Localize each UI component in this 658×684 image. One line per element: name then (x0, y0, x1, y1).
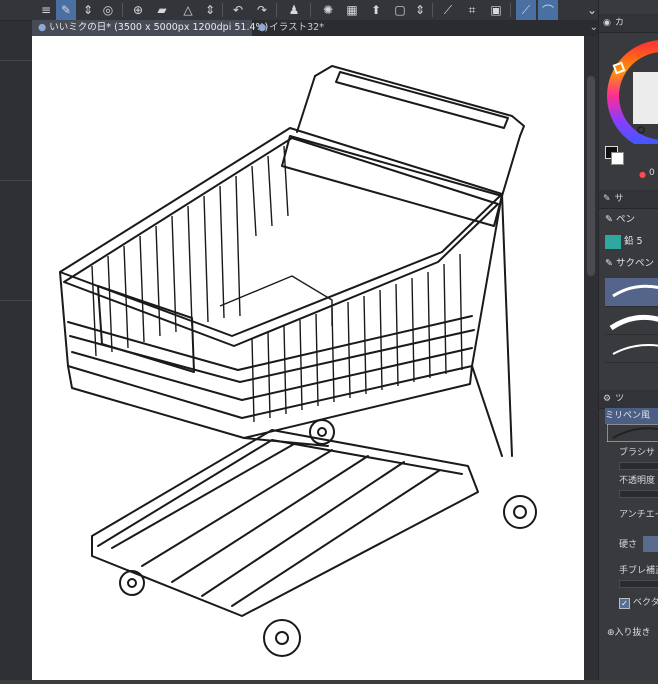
color-value: 0 (649, 168, 655, 178)
cart-handle-left-post (296, 75, 316, 133)
spiral-icon[interactable]: ◎ (98, 0, 118, 20)
basket-inner-rim (63, 137, 499, 347)
tool-name: ミリペン風 (605, 408, 658, 424)
hardness-selector[interactable] (643, 536, 658, 552)
pen-icon: ✎ (605, 258, 616, 269)
ruler-icon[interactable]: ▣ (486, 0, 506, 20)
drawing-canvas[interactable] (32, 36, 584, 680)
brush-preset-selected[interactable] (605, 278, 658, 307)
opacity-slider[interactable] (619, 490, 658, 498)
wheel-front-right (263, 619, 301, 657)
taper-label[interactable]: ⊕入り抜き (607, 626, 657, 640)
wheel-front-left (119, 570, 145, 596)
strip-divider (0, 300, 32, 301)
settings-icon: ⚙ (603, 394, 612, 404)
undo-icon[interactable]: ↶ (228, 0, 248, 20)
cart-handle-grip (335, 71, 509, 129)
line-icon[interactable]: ⟋ (438, 0, 458, 20)
tabs-menu-icon[interactable]: ⌄ (590, 20, 598, 36)
pen-icon: ✎ (605, 214, 616, 225)
add-layer-icon[interactable]: ⊕ (128, 0, 148, 20)
cart-handle-right-post (501, 135, 521, 197)
triangle-icon[interactable]: △ (178, 0, 198, 20)
wheel-hub (127, 578, 137, 588)
brush-icon: ✎ (603, 194, 611, 204)
wheel-hub (275, 631, 289, 645)
redo-icon[interactable]: ↷ (252, 0, 272, 20)
menu-icon[interactable]: ≡ (36, 0, 56, 20)
pencil-icon (605, 234, 621, 249)
border-icon[interactable]: ▢ (390, 0, 410, 20)
updown2-icon[interactable]: ⇕ (200, 0, 220, 20)
vector-checkbox[interactable]: ✓ (619, 598, 630, 609)
canvas-area[interactable] (32, 36, 598, 680)
cart-back-panel (281, 135, 503, 227)
opacity-label: 不透明度 (619, 476, 656, 486)
subtool-sakupen[interactable]: ✎ サクペン (605, 254, 658, 274)
brush-size-slider[interactable] (619, 462, 658, 470)
tab-bullet-icon: ● (258, 22, 267, 33)
vector-label: ベクター (633, 598, 658, 608)
expand-plus-icon: ⊕ (607, 628, 615, 638)
color-wheel[interactable] (607, 34, 658, 144)
stamp-icon[interactable]: ♟ (284, 0, 304, 20)
right-panel: ◉ カ ● 0 ✎ サ ✎ ペン 鉛 5 ✎ サクペン ⚙ ツ ミリペン風 ブラシサ … (598, 0, 658, 680)
updown3-icon[interactable]: ⇕ (410, 0, 430, 20)
document-tabs: ● いいミクの日* (3500 x 5000px 1200dpi 51.4%) ●… (32, 20, 602, 36)
color-panel-header: ◉ カ (599, 14, 658, 33)
pen-active-icon[interactable]: ✎ (56, 0, 76, 20)
color-wheel-icon: ◉ (603, 18, 611, 28)
updown-icon[interactable]: ⇕ (78, 0, 98, 20)
color-indicator-icon: ● (639, 170, 646, 179)
grid-icon[interactable]: ✺ (318, 0, 338, 20)
background-color-swatch[interactable] (611, 152, 624, 165)
frame-rear-leg (501, 193, 513, 457)
wheel-rear-left (309, 419, 335, 445)
subtool-pencil[interactable]: 鉛 5 (605, 232, 658, 252)
wheel-rear-right (503, 495, 537, 529)
tab-document[interactable]: ● イラスト32* (252, 20, 330, 36)
tab-label: イラスト32* (269, 22, 324, 33)
transform-icon[interactable]: ⬆ (366, 0, 386, 20)
tab-document-active[interactable]: ● いいミクの日* (3500 x 5000px 1200dpi 51.4%) (32, 20, 268, 36)
wheel-hub (513, 505, 527, 519)
shopping-cart-drawing (59, 65, 537, 657)
subtool-panel-header: ✎ サ (599, 190, 658, 209)
tab-bullet-icon: ● (38, 22, 47, 33)
brush-preset[interactable] (605, 306, 658, 335)
tool-stroke-preview (607, 424, 658, 442)
brush-preset[interactable] (605, 334, 658, 363)
stabilization-label: 手ブレ補正 (619, 566, 658, 576)
strip-divider (0, 180, 32, 181)
wheel-hub (317, 427, 327, 437)
frame-rear-leg (471, 365, 503, 457)
strip-divider (0, 60, 32, 61)
tab-label: いいミクの日* (3500 x 5000px 1200dpi 51.4%) (49, 22, 269, 33)
curve-snap-icon[interactable]: ⌒ (538, 0, 558, 20)
folder-icon[interactable]: ▰ (152, 0, 172, 20)
left-tool-strip (0, 0, 33, 680)
basket-front-panel (97, 285, 195, 373)
crop-icon[interactable]: ⌗ (462, 0, 482, 20)
ruler-snap-icon[interactable]: ⟋ (516, 0, 536, 20)
tool-property-header: ⚙ ツ (599, 390, 658, 409)
fill-icon[interactable]: ▦ (342, 0, 362, 20)
stabilization-slider[interactable] (619, 580, 658, 588)
command-bar: ≡ ✎ ⇕ ◎ ⊕ ▰ △ ⇕ ↶ ↷ ♟ ✺ ▦ ⬆ ▢ ⇕ ⟋ ⌗ ▣ ⟋ … (0, 0, 658, 21)
antialias-label: アンチエイ (619, 510, 658, 520)
bottom-tray (91, 429, 479, 617)
scrollbar-thumb[interactable] (587, 76, 595, 276)
brush-size-label: ブラシサ (619, 448, 655, 458)
subtool-pen[interactable]: ✎ ペン (605, 210, 658, 230)
vertical-scrollbar[interactable] (584, 36, 598, 680)
